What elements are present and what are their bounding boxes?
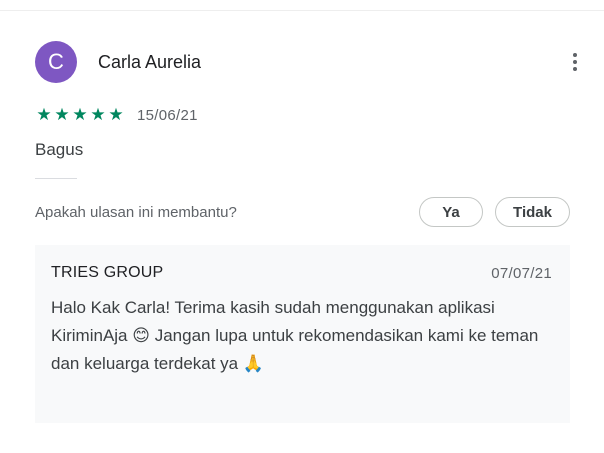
star-icon: ★ [72,104,88,125]
reply-header: TRIES GROUP 07/07/21 [51,262,552,284]
avatar-initial: C [48,49,64,74]
star-icon: ★ [108,104,124,125]
helpful-row: Apakah ulasan ini membantu? Ya Tidak [35,196,570,228]
more-dot [573,53,577,57]
avatar: C [35,41,77,83]
reply-author: TRIES GROUP [51,264,164,281]
helpful-yes-button[interactable]: Ya [419,197,483,227]
helpful-no-button[interactable]: Tidak [495,197,570,227]
review-text: Bagus [35,140,84,159]
divider [35,178,77,179]
developer-reply: TRIES GROUP 07/07/21 Halo Kak Carla! Ter… [35,245,570,423]
review-author-name: Carla Aurelia [98,51,202,72]
rating-row: ★ ★ ★ ★ ★ 15/06/21 [35,104,198,126]
star-icon: ★ [90,104,106,125]
star-icon: ★ [36,104,52,125]
smile-emoji-icon: 😊 [132,326,150,346]
star-rating: ★ ★ ★ ★ ★ [35,104,125,125]
helpful-question: Apakah ulasan ini membantu? [35,203,237,221]
more-dot [573,60,577,64]
star-icon: ★ [54,104,70,125]
more-dot [573,67,577,71]
reply-text: Halo Kak Carla! Terima kasih sudah mengg… [51,294,551,378]
reply-date: 07/07/21 [491,264,552,282]
pray-emoji-icon: 🙏 [242,354,265,374]
top-divider [0,10,604,11]
more-vert-icon[interactable] [563,50,587,74]
review-header: C Carla Aurelia [35,40,577,84]
review-date: 15/06/21 [137,106,198,124]
